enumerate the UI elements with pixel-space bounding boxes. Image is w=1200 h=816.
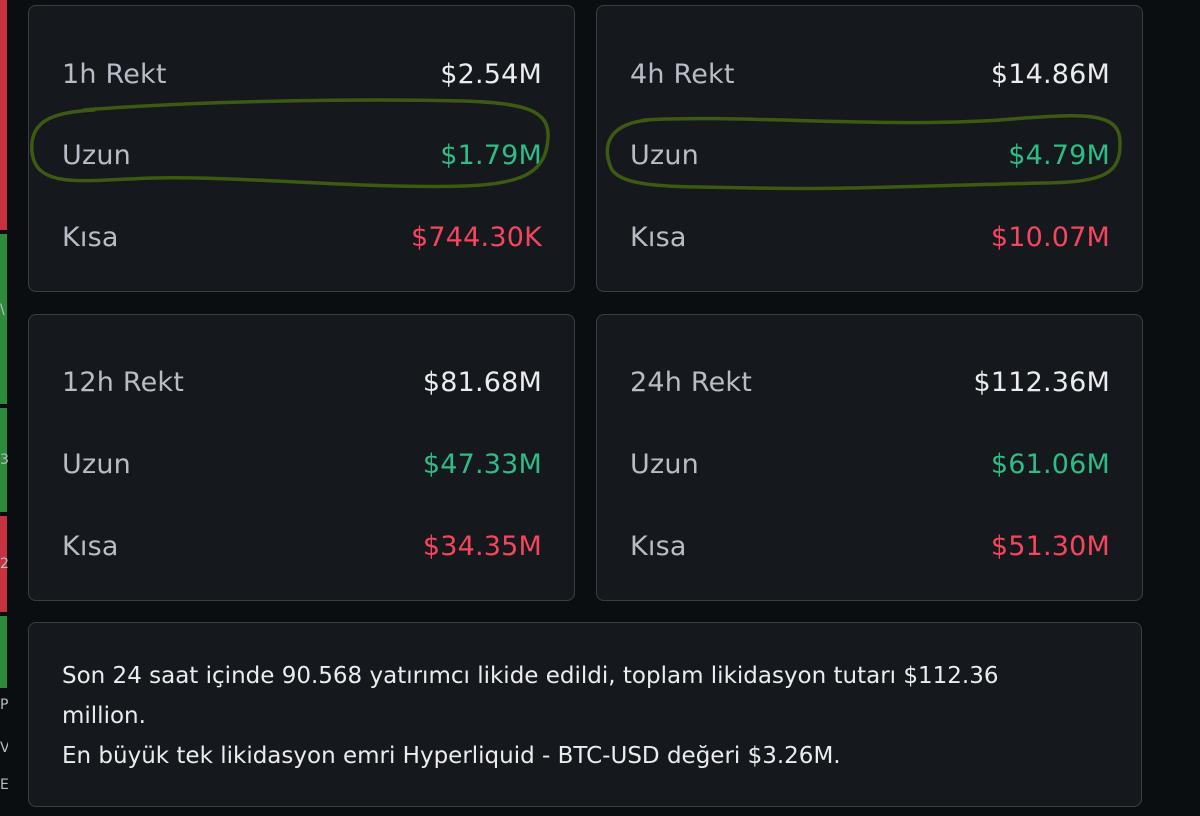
total-row: 24h Rekt $112.36M [597, 362, 1142, 402]
summary-box: Son 24 saat içinde 90.568 yatırımcı liki… [28, 622, 1142, 807]
long-row: Uzun $1.79M [29, 135, 574, 175]
edge-char: \ [0, 302, 5, 318]
long-row: Uzun $47.33M [29, 444, 574, 484]
card-title: 12h Rekt [62, 366, 185, 398]
rekt-card-12h: 12h Rekt $81.68M Uzun $47.33M Kısa $34.3… [28, 314, 575, 601]
summary-line-1: Son 24 saat içinde 90.568 yatırımcı liki… [62, 663, 999, 729]
short-label: Kısa [62, 221, 119, 253]
total-value: $112.36M [973, 366, 1110, 398]
summary-line-2: En büyük tek likidasyon emri Hyperliquid… [62, 743, 841, 769]
short-value: $51.30M [990, 530, 1110, 562]
left-edge-strip: \ 3 2 P V E [0, 0, 8, 816]
short-value: $34.35M [422, 530, 542, 562]
long-label: Uzun [630, 139, 699, 171]
long-value: $4.79M [1008, 139, 1110, 171]
edge-char: 3 [0, 452, 8, 468]
card-title: 4h Rekt [630, 58, 735, 90]
rekt-card-24h: 24h Rekt $112.36M Uzun $61.06M Kısa $51.… [596, 314, 1143, 601]
edge-green-segment [0, 616, 7, 688]
total-value: $81.68M [422, 366, 542, 398]
short-row: Kısa $51.30M [597, 526, 1142, 566]
edge-char: V [0, 740, 8, 756]
long-label: Uzun [630, 448, 699, 480]
long-label: Uzun [62, 139, 131, 171]
total-value: $2.54M [440, 58, 542, 90]
total-row: 12h Rekt $81.68M [29, 362, 574, 402]
total-row: 1h Rekt $2.54M [29, 54, 574, 94]
edge-char: 2 [0, 556, 8, 572]
short-label: Kısa [62, 530, 119, 562]
short-value: $10.07M [990, 221, 1110, 253]
short-label: Kısa [630, 221, 687, 253]
edge-char: P [0, 697, 8, 713]
short-label: Kısa [630, 530, 687, 562]
rekt-card-4h: 4h Rekt $14.86M Uzun $4.79M Kısa $10.07M [596, 5, 1143, 292]
long-label: Uzun [62, 448, 131, 480]
long-value: $1.79M [440, 139, 542, 171]
long-row: Uzun $61.06M [597, 444, 1142, 484]
short-row: Kısa $744.30K [29, 217, 574, 257]
card-title: 24h Rekt [630, 366, 753, 398]
short-row: Kısa $34.35M [29, 526, 574, 566]
total-value: $14.86M [990, 58, 1110, 90]
long-value: $61.06M [990, 448, 1110, 480]
edge-green-segment [0, 234, 7, 404]
short-row: Kısa $10.07M [597, 217, 1142, 257]
rekt-card-1h: 1h Rekt $2.54M Uzun $1.79M Kısa $744.30K [28, 5, 575, 292]
long-value: $47.33M [422, 448, 542, 480]
edge-red-segment [0, 0, 7, 230]
short-value: $744.30K [411, 221, 542, 253]
long-row: Uzun $4.79M [597, 135, 1142, 175]
total-row: 4h Rekt $14.86M [597, 54, 1142, 94]
edge-char: E [0, 777, 8, 793]
card-title: 1h Rekt [62, 58, 167, 90]
